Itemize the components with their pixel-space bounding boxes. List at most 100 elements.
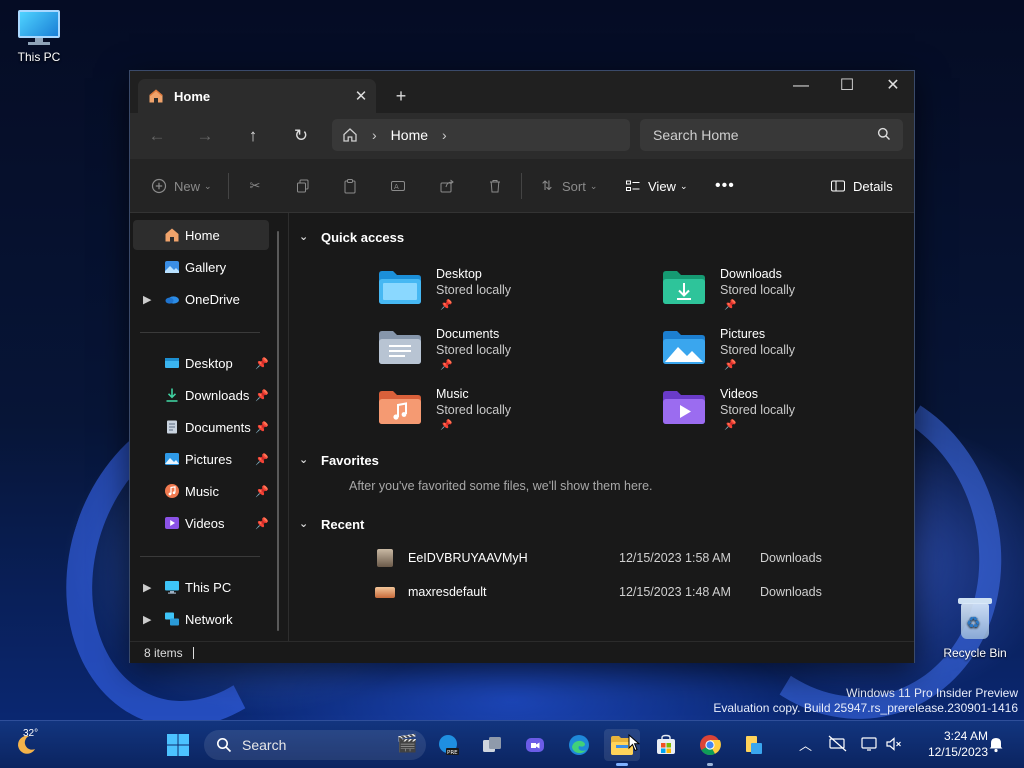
copy-button[interactable] [294, 174, 318, 198]
taskbar-chat[interactable] [517, 729, 553, 761]
chevron-right-icon[interactable]: ▶ [143, 293, 151, 306]
quick-access-item-documents[interactable]: Documents Stored locally 📌 [378, 327, 638, 383]
command-bar: New ⌄ ✂ A ⇅ Sort ⌄ View ⌄ ••• Details [130, 159, 914, 213]
quick-access-item-videos[interactable]: Videos Stored locally 📌 [662, 387, 922, 443]
breadcrumb[interactable]: › Home › [332, 119, 630, 151]
recent-row[interactable]: maxresdefault 12/15/2023 1:48 AM Downloa… [375, 580, 835, 604]
status-divider [192, 647, 194, 659]
chevron-right-icon[interactable]: ▶ [143, 613, 151, 626]
quick-access-header[interactable]: ⌄ Quick access [299, 230, 404, 245]
display-icon[interactable] [860, 735, 880, 756]
refresh-icon[interactable]: ↻ [285, 121, 317, 151]
clock-date: 12/15/2023 [927, 745, 988, 759]
recent-header[interactable]: ⌄ Recent [299, 517, 364, 532]
rename-button[interactable]: A [389, 174, 413, 198]
delete-button[interactable] [486, 174, 510, 198]
favorites-header[interactable]: ⌄ Favorites [299, 453, 379, 468]
gallery-icon [165, 261, 179, 273]
desktop-folder-icon [379, 271, 421, 304]
status-bar: 8 items [130, 641, 914, 663]
pin-icon[interactable]: 📌 [255, 357, 269, 370]
sidebar-item-home[interactable]: Home [133, 220, 269, 250]
sidebar-item-videos[interactable]: Videos 📌 [133, 508, 269, 538]
search-input[interactable]: Search Home [640, 119, 903, 151]
sort-button[interactable]: ⇅ Sort ⌄ [538, 174, 598, 198]
more-options-button[interactable]: ••• [715, 174, 735, 198]
minimize-button[interactable]: — [778, 71, 824, 101]
cut-button[interactable]: ✂ [246, 174, 270, 198]
notification-bell-icon[interactable] [988, 735, 1004, 756]
close-window-button[interactable]: ✕ [870, 71, 916, 101]
sidebar-item-music[interactable]: Music 📌 [133, 476, 269, 506]
quick-access-item-music[interactable]: Music Stored locally 📌 [378, 387, 638, 443]
taskbar-clock[interactable]: 3:24 AM 12/15/2023 [914, 728, 988, 760]
taskbar-chrome[interactable] [692, 729, 728, 766]
sidebar-item-desktop[interactable]: Desktop 📌 [133, 348, 269, 378]
quick-access-item-desktop[interactable]: Desktop Stored locally 📌 [378, 267, 638, 323]
close-tab-icon[interactable]: ✕ [346, 87, 376, 105]
running-indicator [707, 763, 713, 766]
video-chat-icon [526, 738, 544, 752]
show-hidden-icons-chevron[interactable]: ︿ [799, 735, 812, 754]
breadcrumb-current[interactable]: Home [391, 127, 428, 143]
pin-icon[interactable]: 📌 [255, 453, 269, 466]
up-arrow-icon[interactable]: ↑ [237, 121, 269, 151]
pin-icon[interactable]: 📌 [255, 517, 269, 530]
downloads-folder-icon [663, 271, 705, 304]
sidebar-item-onedrive[interactable]: ▶ OneDrive [133, 284, 269, 314]
sidebar-item-gallery[interactable]: Gallery [133, 252, 269, 282]
quick-access-item-pictures[interactable]: Pictures Stored locally 📌 [662, 327, 922, 383]
sidebar-item-network[interactable]: ▶ Network [133, 604, 269, 634]
view-button[interactable]: View ⌄ [624, 174, 688, 198]
taskbar-task-view[interactable] [474, 729, 510, 761]
tab-home[interactable]: Home ✕ [138, 79, 376, 113]
taskbar-edge-preview[interactable]: PRE [430, 729, 466, 761]
chrome-icon [700, 735, 721, 756]
taskbar-store[interactable] [648, 729, 684, 761]
sidebar-item-label: Gallery [185, 259, 227, 275]
quick-access-item-downloads[interactable]: Downloads Stored locally 📌 [662, 267, 922, 323]
pin-icon[interactable]: 📌 [255, 485, 269, 498]
new-button[interactable]: New ⌄ [150, 174, 212, 198]
volume-muted-icon[interactable] [885, 735, 903, 756]
start-button[interactable] [160, 729, 196, 761]
sidebar-item-documents[interactable]: Documents 📌 [133, 412, 269, 442]
chevron-down-icon[interactable]: ⌄ [299, 453, 308, 466]
pin-icon[interactable]: 📌 [255, 421, 269, 434]
taskbar-search[interactable]: Search 🎬 [204, 730, 426, 760]
maximize-button[interactable]: ☐ [824, 71, 870, 101]
scissors-icon: ✂ [249, 178, 261, 193]
chevron-down-icon[interactable]: ⌄ [299, 517, 308, 530]
network-disconnected-icon[interactable] [828, 735, 848, 756]
divider [228, 173, 229, 199]
paste-button[interactable] [341, 174, 365, 198]
details-button[interactable]: Details [829, 174, 893, 198]
view-list-icon [624, 177, 642, 195]
watermark-line-2: Evaluation copy. Build 25947.rs_prerelea… [713, 701, 1018, 715]
forward-arrow-icon[interactable]: → [189, 121, 221, 151]
weather-widget[interactable]: 32° [6, 728, 46, 761]
sidebar-item-downloads[interactable]: Downloads 📌 [133, 380, 269, 410]
taskbar-edge[interactable] [561, 729, 597, 761]
desktop-icon-recycle-bin[interactable]: ♻ Recycle Bin [940, 598, 1010, 660]
chevron-right-icon[interactable]: › [442, 127, 447, 143]
folder-name: Documents [436, 327, 500, 341]
sidebar-item-label: Videos [185, 515, 225, 531]
pin-icon[interactable]: 📌 [255, 389, 269, 402]
address-bar: ← → ↑ ↻ › Home › Search Home [130, 113, 914, 159]
chevron-right-icon[interactable]: ▶ [143, 581, 151, 594]
watermark-line-1: Windows 11 Pro Insider Preview [846, 686, 1018, 700]
new-tab-button[interactable]: + [388, 83, 414, 109]
sidebar-item-this-pc[interactable]: ▶ This PC [133, 572, 269, 602]
desktop-icon-this-pc[interactable]: This PC [4, 10, 74, 64]
recent-row[interactable]: EeIDVBRUYAAVMyH 12/15/2023 1:58 AM Downl… [375, 546, 835, 570]
desktop-folder-icon [165, 358, 179, 368]
back-arrow-icon[interactable]: ← [141, 121, 173, 151]
sidebar-item-pictures[interactable]: Pictures 📌 [133, 444, 269, 474]
folder-status: Stored locally [436, 403, 512, 417]
download-arrow-icon [166, 388, 178, 402]
navigation-scrollbar[interactable] [277, 231, 279, 631]
taskbar-file-manager[interactable] [736, 729, 772, 761]
share-button[interactable] [438, 174, 462, 198]
chevron-down-icon[interactable]: ⌄ [299, 230, 308, 243]
